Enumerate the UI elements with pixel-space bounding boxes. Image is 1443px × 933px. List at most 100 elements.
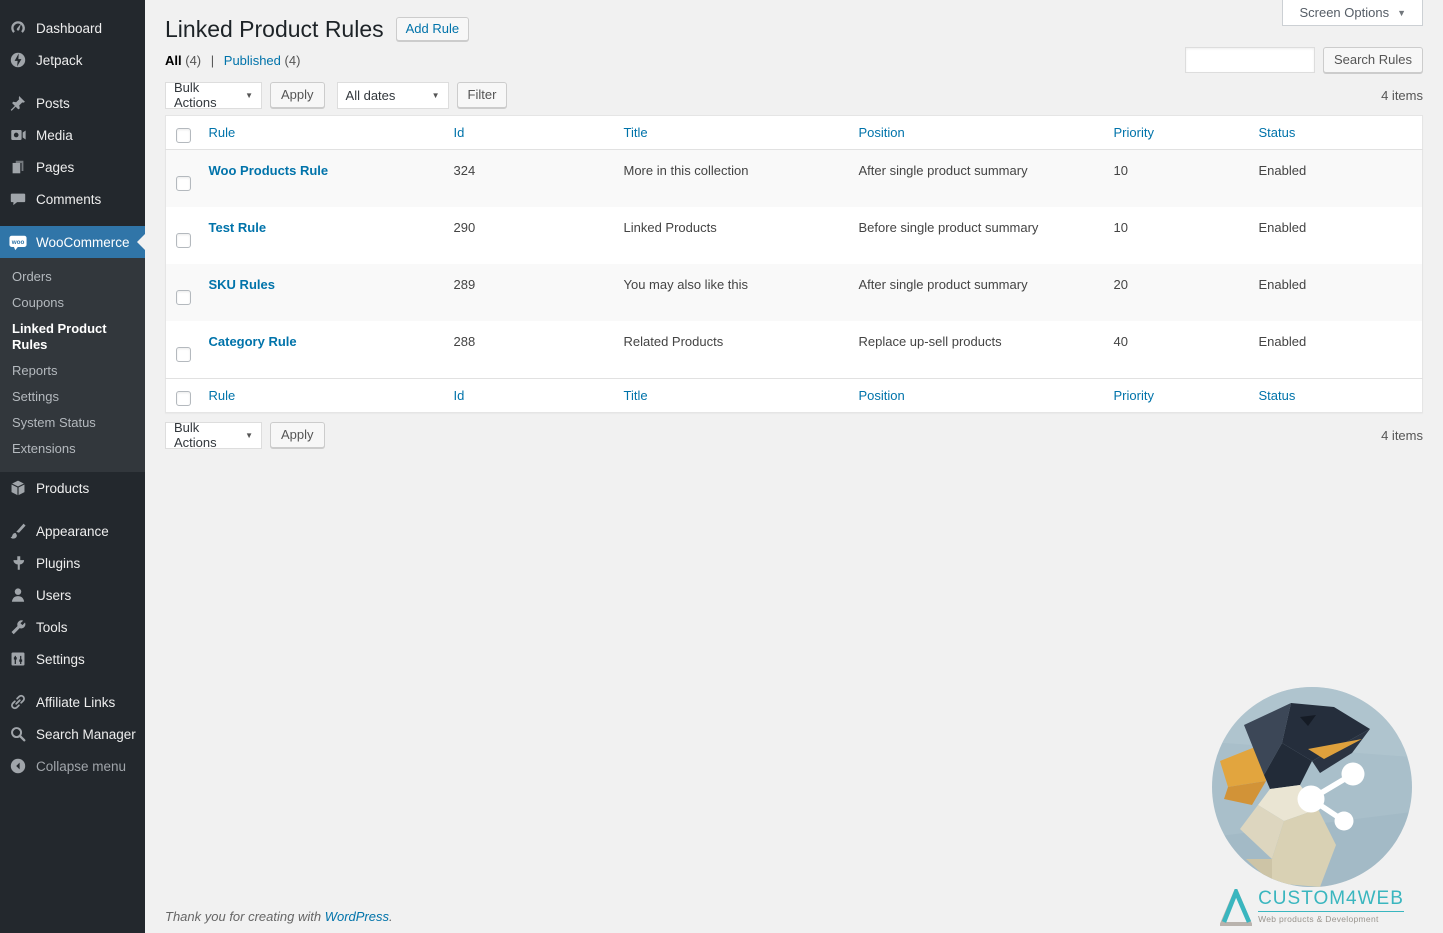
rule-name-link[interactable]: Woo Products Rule: [209, 163, 329, 178]
link-icon: [9, 693, 27, 711]
search-icon: [9, 725, 27, 743]
custom4web-tagline: Web products & Development: [1258, 912, 1404, 924]
filter-all-count: (4): [185, 53, 201, 68]
sidebar-item-jetpack[interactable]: Jetpack: [0, 44, 145, 76]
column-header-status[interactable]: Status: [1259, 125, 1296, 140]
row-checkbox[interactable]: [176, 176, 191, 191]
settings-icon: [9, 650, 27, 668]
column-header-id[interactable]: Id: [454, 388, 465, 403]
menu-separator: [0, 675, 145, 686]
sidebar-item-pages[interactable]: Pages: [0, 151, 145, 183]
filter-published-link[interactable]: Published: [224, 53, 281, 68]
rule-status: Enabled: [1249, 150, 1423, 208]
row-checkbox[interactable]: [176, 233, 191, 248]
sidebar-item-users[interactable]: Users: [0, 579, 145, 611]
column-header-id[interactable]: Id: [454, 125, 465, 140]
products-icon: [9, 479, 27, 497]
rule-title: More in this collection: [614, 150, 849, 208]
submenu-item-coupons[interactable]: Coupons: [0, 290, 145, 316]
sidebar-item-affiliate-links[interactable]: Affiliate Links: [0, 686, 145, 718]
column-header-position[interactable]: Position: [859, 388, 905, 403]
rule-id: 290: [444, 207, 614, 264]
sidebar-item-dashboard[interactable]: Dashboard: [0, 12, 145, 44]
rule-title: Related Products: [614, 321, 849, 379]
row-checkbox[interactable]: [176, 290, 191, 305]
screen-options-button[interactable]: Screen Options ▼: [1282, 0, 1423, 26]
sidebar-item-search-manager[interactable]: Search Manager: [0, 718, 145, 750]
column-header-status[interactable]: Status: [1259, 388, 1296, 403]
submenu-item-reports[interactable]: Reports: [0, 358, 145, 384]
bulk-actions-value: Bulk Actions: [174, 80, 235, 110]
custom4web-bird-image: [1212, 687, 1412, 887]
sidebar-item-plugins[interactable]: Plugins: [0, 547, 145, 579]
rule-priority: 10: [1104, 150, 1249, 208]
submenu-item-linked-product-rules[interactable]: Linked Product Rules: [0, 316, 145, 358]
sidebar-item-appearance[interactable]: Appearance: [0, 515, 145, 547]
column-header-title[interactable]: Title: [624, 388, 648, 403]
column-header-priority[interactable]: Priority: [1114, 125, 1154, 140]
table-row: Test Rule 290 Linked Products Before sin…: [166, 207, 1423, 264]
sidebar-item-media[interactable]: Media: [0, 119, 145, 151]
column-header-position[interactable]: Position: [859, 125, 905, 140]
rule-name-link[interactable]: Category Rule: [209, 334, 297, 349]
page-header: Linked Product Rules Add Rule: [165, 0, 1423, 44]
filter-button[interactable]: Filter: [457, 82, 508, 108]
select-all-checkbox[interactable]: [176, 128, 191, 143]
sidebar-item-settings[interactable]: Settings: [0, 643, 145, 675]
rule-title: Linked Products: [614, 207, 849, 264]
rule-priority: 40: [1104, 321, 1249, 379]
bulk-actions-select[interactable]: Bulk Actions ▼: [165, 82, 262, 109]
sidebar-item-collapse-menu[interactable]: Collapse menu: [0, 750, 145, 782]
apply-button-bottom[interactable]: Apply: [270, 422, 325, 448]
rule-name-link[interactable]: SKU Rules: [209, 277, 275, 292]
rule-position: After single product summary: [849, 264, 1104, 321]
search-rules-button[interactable]: Search Rules: [1323, 47, 1423, 73]
sidebar-item-posts[interactable]: Posts: [0, 87, 145, 119]
filter-all-link[interactable]: All: [165, 53, 182, 68]
rule-position: Before single product summary: [849, 207, 1104, 264]
custom4web-name: CUSTOM4WEB: [1258, 889, 1404, 912]
tools-icon: [9, 618, 27, 636]
column-header-rule[interactable]: Rule: [209, 388, 236, 403]
apply-button[interactable]: Apply: [270, 82, 325, 108]
tablenav-top: Bulk Actions ▼ Apply All dates ▼ Filter …: [165, 81, 1423, 109]
rule-status: Enabled: [1249, 207, 1423, 264]
dates-filter-select[interactable]: All dates ▼: [337, 82, 449, 109]
add-rule-button[interactable]: Add Rule: [396, 17, 469, 41]
dashboard-icon: [9, 19, 27, 37]
sidebar-item-tools[interactable]: Tools: [0, 611, 145, 643]
column-header-priority[interactable]: Priority: [1114, 388, 1154, 403]
table-row: Woo Products Rule 324 More in this colle…: [166, 150, 1423, 208]
rules-table-body: Woo Products Rule 324 More in this colle…: [166, 150, 1423, 379]
rule-title: You may also like this: [614, 264, 849, 321]
column-header-rule[interactable]: Rule: [209, 125, 236, 140]
submenu-item-extensions[interactable]: Extensions: [0, 436, 145, 462]
submenu-item-settings[interactable]: Settings: [0, 384, 145, 410]
bulk-actions-value: Bulk Actions: [174, 420, 235, 450]
search-box: Search Rules: [1185, 47, 1423, 73]
main-content: Screen Options ▼ Linked Product Rules Ad…: [145, 0, 1443, 933]
filter-published-count: (4): [285, 53, 301, 68]
row-checkbox[interactable]: [176, 347, 191, 362]
filter-separator: |: [211, 53, 214, 68]
submenu-item-system-status[interactable]: System Status: [0, 410, 145, 436]
menu-separator: [0, 215, 145, 226]
table-row: SKU Rules 289 You may also like this Aft…: [166, 264, 1423, 321]
submenu-item-orders[interactable]: Orders: [0, 264, 145, 290]
rule-name-link[interactable]: Test Rule: [209, 220, 267, 235]
chevron-down-icon: ▼: [1397, 8, 1406, 18]
sidebar-item-products[interactable]: Products: [0, 472, 145, 504]
jetpack-icon: [9, 51, 27, 69]
woocommerce-submenu: OrdersCouponsLinked Product RulesReports…: [0, 258, 145, 472]
search-input[interactable]: [1185, 47, 1315, 73]
footer-thankyou: Thank you for creating with WordPress.: [165, 909, 393, 924]
sidebar-item-woocommerce[interactable]: woo WooCommerce: [0, 226, 145, 258]
dates-filter-value: All dates: [346, 88, 396, 103]
wordpress-link[interactable]: WordPress: [325, 909, 389, 924]
pushpin-icon: [9, 94, 27, 112]
select-all-checkbox[interactable]: [176, 391, 191, 406]
column-header-title[interactable]: Title: [624, 125, 648, 140]
table-header-row: Rule Id Title Position Priority Status: [166, 116, 1423, 150]
sidebar-item-comments[interactable]: Comments: [0, 183, 145, 215]
bulk-actions-select-bottom[interactable]: Bulk Actions ▼: [165, 422, 262, 449]
